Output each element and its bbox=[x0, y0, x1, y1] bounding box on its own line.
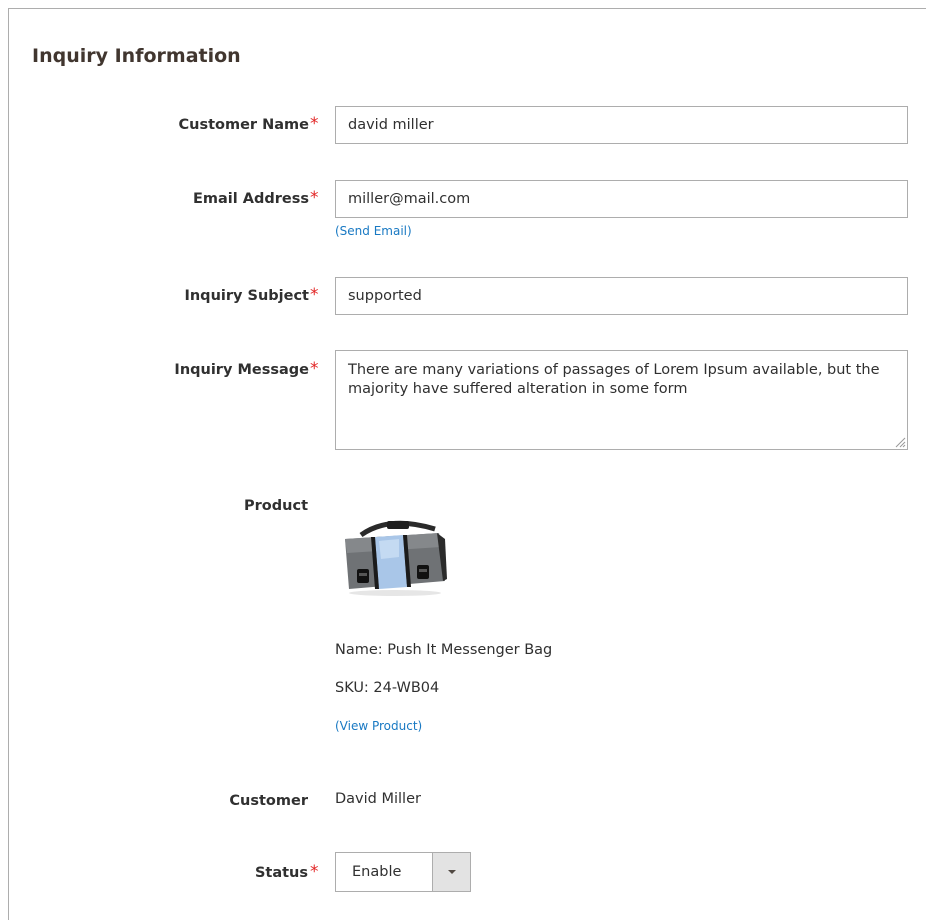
required-mark: * bbox=[310, 359, 319, 379]
message-textarea[interactable]: There are many variations of passages of… bbox=[335, 350, 908, 450]
required-mark: * bbox=[310, 114, 319, 134]
view-product-link[interactable]: (View Product) bbox=[335, 719, 422, 733]
customer-name-label: Customer Name bbox=[178, 117, 310, 133]
subject-input[interactable]: supported bbox=[335, 277, 908, 315]
email-label: Email Address bbox=[192, 191, 309, 207]
email-input[interactable]: miller@mail.com bbox=[335, 180, 908, 218]
status-selected-value: Enable bbox=[352, 864, 402, 880]
customer-name-input[interactable]: david miller bbox=[335, 106, 908, 144]
customer-value: David Miller bbox=[335, 791, 421, 807]
messenger-bag-image bbox=[345, 520, 447, 596]
subject-label: Inquiry Subject bbox=[184, 288, 309, 304]
email-row: Email Address * miller@mail.com (Send Em… bbox=[9, 180, 926, 250]
status-dropdown-button[interactable] bbox=[432, 853, 470, 891]
status-label: Status bbox=[254, 865, 308, 881]
product-name: Name: Push It Messenger Bag bbox=[335, 642, 553, 658]
subject-row: Inquiry Subject * supported bbox=[9, 277, 926, 317]
customer-label: Customer bbox=[229, 793, 308, 809]
inquiry-information-panel: Inquiry Information Customer Name * davi… bbox=[8, 8, 926, 920]
required-mark: * bbox=[310, 862, 319, 882]
product-label: Product bbox=[244, 498, 308, 514]
customer-name-row: Customer Name * david miller bbox=[9, 106, 926, 146]
section-title: Inquiry Information bbox=[32, 45, 241, 67]
message-text: There are many variations of passages of… bbox=[348, 362, 880, 397]
required-mark: * bbox=[310, 285, 319, 305]
message-label: Inquiry Message bbox=[174, 362, 309, 378]
product-sku: SKU: 24-WB04 bbox=[335, 680, 440, 696]
resize-handle-icon[interactable] bbox=[894, 436, 906, 448]
required-mark: * bbox=[310, 188, 319, 208]
message-row: Inquiry Message * There are many variati… bbox=[9, 350, 926, 452]
chevron-down-icon bbox=[447, 870, 456, 874]
status-select[interactable]: Enable bbox=[335, 852, 471, 892]
send-email-link[interactable]: (Send Email) bbox=[335, 224, 412, 238]
